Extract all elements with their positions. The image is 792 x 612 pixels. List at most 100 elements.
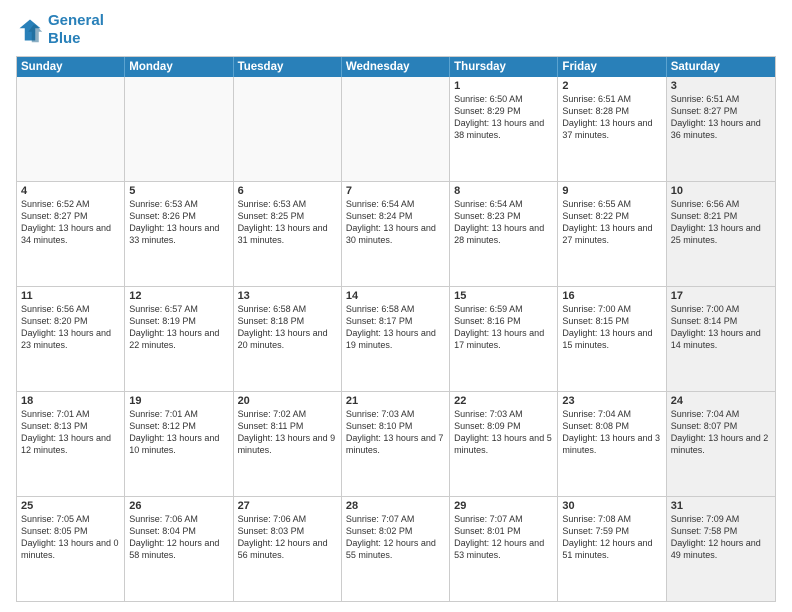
- day-info: Sunrise: 7:09 AM Sunset: 7:58 PM Dayligh…: [671, 513, 771, 562]
- calendar-week-row: 11Sunrise: 6:56 AM Sunset: 8:20 PM Dayli…: [17, 286, 775, 391]
- calendar-week-row: 18Sunrise: 7:01 AM Sunset: 8:13 PM Dayli…: [17, 391, 775, 496]
- day-number: 19: [129, 395, 228, 407]
- day-info: Sunrise: 7:07 AM Sunset: 8:01 PM Dayligh…: [454, 513, 553, 562]
- calendar-week-row: 1Sunrise: 6:50 AM Sunset: 8:29 PM Daylig…: [17, 77, 775, 181]
- calendar-cell: 20Sunrise: 7:02 AM Sunset: 8:11 PM Dayli…: [234, 392, 342, 496]
- page: General Blue SundayMondayTuesdayWednesda…: [0, 0, 792, 612]
- calendar-cell: 26Sunrise: 7:06 AM Sunset: 8:04 PM Dayli…: [125, 497, 233, 601]
- calendar-cell: 19Sunrise: 7:01 AM Sunset: 8:12 PM Dayli…: [125, 392, 233, 496]
- day-info: Sunrise: 6:50 AM Sunset: 8:29 PM Dayligh…: [454, 93, 553, 142]
- day-info: Sunrise: 6:53 AM Sunset: 8:26 PM Dayligh…: [129, 198, 228, 247]
- calendar-cell: 17Sunrise: 7:00 AM Sunset: 8:14 PM Dayli…: [667, 287, 775, 391]
- calendar-cell: 9Sunrise: 6:55 AM Sunset: 8:22 PM Daylig…: [558, 182, 666, 286]
- day-info: Sunrise: 6:54 AM Sunset: 8:24 PM Dayligh…: [346, 198, 445, 247]
- day-info: Sunrise: 6:56 AM Sunset: 8:20 PM Dayligh…: [21, 303, 120, 352]
- day-info: Sunrise: 6:55 AM Sunset: 8:22 PM Dayligh…: [562, 198, 661, 247]
- day-info: Sunrise: 7:01 AM Sunset: 8:13 PM Dayligh…: [21, 408, 120, 457]
- day-info: Sunrise: 7:02 AM Sunset: 8:11 PM Dayligh…: [238, 408, 337, 457]
- day-number: 31: [671, 500, 771, 512]
- calendar-cell: 3Sunrise: 6:51 AM Sunset: 8:27 PM Daylig…: [667, 77, 775, 181]
- day-number: 10: [671, 185, 771, 197]
- day-info: Sunrise: 6:56 AM Sunset: 8:21 PM Dayligh…: [671, 198, 771, 247]
- calendar-cell: 28Sunrise: 7:07 AM Sunset: 8:02 PM Dayli…: [342, 497, 450, 601]
- day-info: Sunrise: 7:04 AM Sunset: 8:07 PM Dayligh…: [671, 408, 771, 457]
- calendar-cell: 27Sunrise: 7:06 AM Sunset: 8:03 PM Dayli…: [234, 497, 342, 601]
- day-number: 17: [671, 290, 771, 302]
- day-info: Sunrise: 6:51 AM Sunset: 8:28 PM Dayligh…: [562, 93, 661, 142]
- calendar-cell: 8Sunrise: 6:54 AM Sunset: 8:23 PM Daylig…: [450, 182, 558, 286]
- day-number: 29: [454, 500, 553, 512]
- weekday-header: Saturday: [667, 57, 775, 77]
- calendar-header: SundayMondayTuesdayWednesdayThursdayFrid…: [17, 57, 775, 77]
- calendar-cell: 1Sunrise: 6:50 AM Sunset: 8:29 PM Daylig…: [450, 77, 558, 181]
- day-number: 28: [346, 500, 445, 512]
- calendar-cell: 29Sunrise: 7:07 AM Sunset: 8:01 PM Dayli…: [450, 497, 558, 601]
- day-info: Sunrise: 7:05 AM Sunset: 8:05 PM Dayligh…: [21, 513, 120, 562]
- day-info: Sunrise: 7:07 AM Sunset: 8:02 PM Dayligh…: [346, 513, 445, 562]
- day-info: Sunrise: 7:08 AM Sunset: 7:59 PM Dayligh…: [562, 513, 661, 562]
- calendar-cell: [125, 77, 233, 181]
- day-number: 23: [562, 395, 661, 407]
- day-number: 8: [454, 185, 553, 197]
- day-number: 7: [346, 185, 445, 197]
- day-number: 27: [238, 500, 337, 512]
- day-number: 25: [21, 500, 120, 512]
- day-number: 5: [129, 185, 228, 197]
- day-number: 20: [238, 395, 337, 407]
- calendar-cell: 25Sunrise: 7:05 AM Sunset: 8:05 PM Dayli…: [17, 497, 125, 601]
- calendar-cell: 5Sunrise: 6:53 AM Sunset: 8:26 PM Daylig…: [125, 182, 233, 286]
- day-info: Sunrise: 6:57 AM Sunset: 8:19 PM Dayligh…: [129, 303, 228, 352]
- logo-text: General Blue: [48, 12, 104, 48]
- day-number: 4: [21, 185, 120, 197]
- calendar-week-row: 25Sunrise: 7:05 AM Sunset: 8:05 PM Dayli…: [17, 496, 775, 601]
- day-number: 6: [238, 185, 337, 197]
- calendar-cell: 15Sunrise: 6:59 AM Sunset: 8:16 PM Dayli…: [450, 287, 558, 391]
- day-number: 30: [562, 500, 661, 512]
- day-number: 13: [238, 290, 337, 302]
- calendar-cell: 14Sunrise: 6:58 AM Sunset: 8:17 PM Dayli…: [342, 287, 450, 391]
- calendar-cell: 21Sunrise: 7:03 AM Sunset: 8:10 PM Dayli…: [342, 392, 450, 496]
- day-number: 12: [129, 290, 228, 302]
- calendar-cell: 11Sunrise: 6:56 AM Sunset: 8:20 PM Dayli…: [17, 287, 125, 391]
- logo-icon: [16, 16, 44, 44]
- calendar-cell: [17, 77, 125, 181]
- calendar-cell: 4Sunrise: 6:52 AM Sunset: 8:27 PM Daylig…: [17, 182, 125, 286]
- day-number: 15: [454, 290, 553, 302]
- day-number: 26: [129, 500, 228, 512]
- day-number: 2: [562, 80, 661, 92]
- calendar-cell: 18Sunrise: 7:01 AM Sunset: 8:13 PM Dayli…: [17, 392, 125, 496]
- calendar-week-row: 4Sunrise: 6:52 AM Sunset: 8:27 PM Daylig…: [17, 181, 775, 286]
- day-info: Sunrise: 6:54 AM Sunset: 8:23 PM Dayligh…: [454, 198, 553, 247]
- day-info: Sunrise: 6:59 AM Sunset: 8:16 PM Dayligh…: [454, 303, 553, 352]
- calendar-cell: 6Sunrise: 6:53 AM Sunset: 8:25 PM Daylig…: [234, 182, 342, 286]
- calendar-body: 1Sunrise: 6:50 AM Sunset: 8:29 PM Daylig…: [17, 77, 775, 601]
- weekday-header: Tuesday: [234, 57, 342, 77]
- day-info: Sunrise: 6:52 AM Sunset: 8:27 PM Dayligh…: [21, 198, 120, 247]
- day-info: Sunrise: 7:06 AM Sunset: 8:03 PM Dayligh…: [238, 513, 337, 562]
- calendar-cell: 16Sunrise: 7:00 AM Sunset: 8:15 PM Dayli…: [558, 287, 666, 391]
- day-number: 11: [21, 290, 120, 302]
- weekday-header: Friday: [558, 57, 666, 77]
- weekday-header: Thursday: [450, 57, 558, 77]
- day-info: Sunrise: 6:53 AM Sunset: 8:25 PM Dayligh…: [238, 198, 337, 247]
- day-number: 16: [562, 290, 661, 302]
- calendar-cell: 31Sunrise: 7:09 AM Sunset: 7:58 PM Dayli…: [667, 497, 775, 601]
- day-info: Sunrise: 7:03 AM Sunset: 8:09 PM Dayligh…: [454, 408, 553, 457]
- calendar-cell: 30Sunrise: 7:08 AM Sunset: 7:59 PM Dayli…: [558, 497, 666, 601]
- day-number: 22: [454, 395, 553, 407]
- calendar-cell: [342, 77, 450, 181]
- day-number: 18: [21, 395, 120, 407]
- calendar-cell: 12Sunrise: 6:57 AM Sunset: 8:19 PM Dayli…: [125, 287, 233, 391]
- day-info: Sunrise: 7:06 AM Sunset: 8:04 PM Dayligh…: [129, 513, 228, 562]
- day-info: Sunrise: 7:04 AM Sunset: 8:08 PM Dayligh…: [562, 408, 661, 457]
- day-info: Sunrise: 6:51 AM Sunset: 8:27 PM Dayligh…: [671, 93, 771, 142]
- logo: General Blue: [16, 12, 104, 48]
- day-number: 24: [671, 395, 771, 407]
- day-info: Sunrise: 6:58 AM Sunset: 8:18 PM Dayligh…: [238, 303, 337, 352]
- calendar: SundayMondayTuesdayWednesdayThursdayFrid…: [16, 56, 776, 602]
- day-info: Sunrise: 7:01 AM Sunset: 8:12 PM Dayligh…: [129, 408, 228, 457]
- day-info: Sunrise: 7:00 AM Sunset: 8:14 PM Dayligh…: [671, 303, 771, 352]
- day-number: 3: [671, 80, 771, 92]
- weekday-header: Wednesday: [342, 57, 450, 77]
- calendar-cell: 10Sunrise: 6:56 AM Sunset: 8:21 PM Dayli…: [667, 182, 775, 286]
